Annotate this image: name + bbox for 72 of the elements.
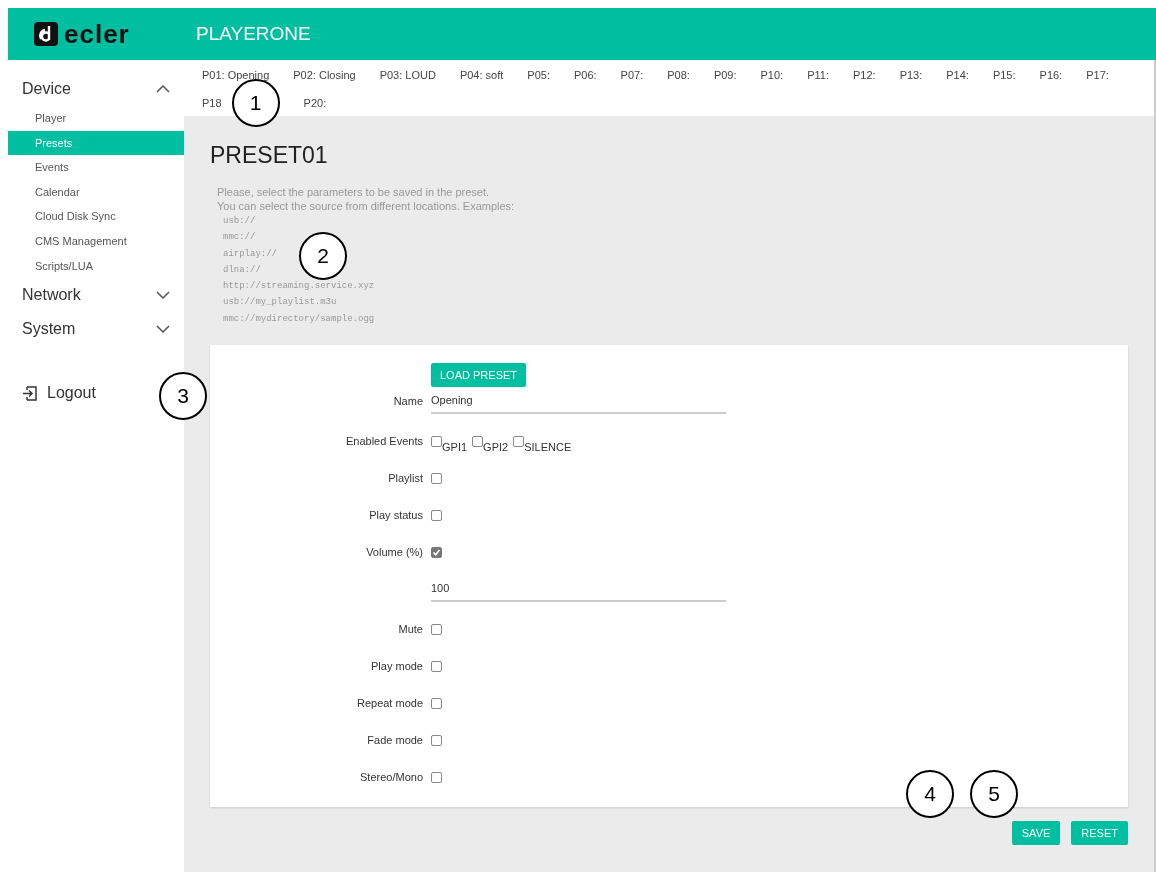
text-field[interactable]: Opening [431, 393, 726, 415]
sidebar-item[interactable]: Scripts/LUA [8, 253, 184, 279]
sidebar-item[interactable]: Events [8, 155, 184, 180]
preset-tab[interactable]: P11: [807, 68, 829, 82]
field-label: Play mode [371, 660, 423, 673]
checkbox[interactable] [431, 547, 442, 559]
example-text: mmc:// [222, 231, 256, 245]
description-text: You can select the source from different locations. Examples: [217, 199, 515, 213]
checkbox[interactable] [431, 473, 442, 485]
preset-tab[interactable]: P17: [1086, 68, 1109, 82]
option-label: SILENCE [524, 441, 572, 454]
field-label: Repeat mode [356, 697, 423, 710]
text-field[interactable]: 100 [431, 581, 726, 603]
preset-tab[interactable]: P16: [1039, 68, 1063, 82]
chevron-down-icon [156, 325, 170, 334]
field-label: Mute [398, 623, 423, 636]
checkbox[interactable] [431, 735, 442, 747]
example-text: usb:// [222, 215, 256, 228]
preset-tab[interactable]: P10: [760, 68, 784, 82]
logo-text: ecler [64, 18, 130, 50]
app-title: PLAYERONE [196, 23, 311, 45]
page-title: PRESET01 [210, 142, 329, 169]
preset-tab[interactable]: P18 [202, 96, 222, 110]
menu-group[interactable]: Device [8, 72, 184, 106]
checkbox[interactable] [472, 436, 484, 448]
preset-tab[interactable]: P05: [527, 68, 550, 82]
chevron-down-icon [156, 291, 170, 300]
checkbox[interactable] [431, 624, 442, 636]
menu-group[interactable]: Network [8, 278, 184, 313]
field-label: Playlist [388, 472, 423, 485]
chevron-up-icon [156, 85, 170, 93]
option-label: GPI1 [442, 441, 468, 454]
sidebar-item[interactable]: Calendar [8, 179, 184, 205]
field-label: Enabled Events [345, 435, 423, 448]
field-label: Stereo/Mono [360, 771, 423, 784]
example-text: usb://my_playlist.m3u [222, 296, 337, 310]
checkbox[interactable] [431, 510, 442, 522]
option-label: GPI2 [483, 441, 509, 454]
field-label: Fade mode [367, 734, 423, 747]
sidebar-item[interactable]: CMS Management [8, 228, 184, 254]
example-text: mmc://mydirectory/sample.ogg [222, 312, 375, 326]
logo-icon [34, 22, 58, 46]
menu-group[interactable]: System [8, 312, 184, 347]
preset-tab[interactable]: P04: soft [459, 68, 504, 82]
preset-tab[interactable]: P07: [620, 68, 644, 82]
preset-tab[interactable]: P09: [713, 68, 737, 82]
checkbox[interactable] [431, 698, 442, 710]
preset-tab[interactable]: P01: Opening [202, 68, 270, 82]
description-text: Please, select the parameters to be saved in the preset. [217, 185, 490, 199]
preset-tab[interactable]: P13: [899, 68, 923, 82]
preset-tab[interactable]: P12: [853, 68, 876, 82]
example-text: http://streaming.service.xyz [222, 280, 375, 294]
preset-tab[interactable]: P06: [573, 68, 597, 82]
checkbox[interactable] [431, 436, 442, 448]
logout-link[interactable]: Logout [22, 384, 112, 403]
sidebar-item[interactable]: Cloud Disk Sync [8, 204, 184, 229]
field-label: Volume (%) [366, 546, 423, 559]
example-text: airplay:// [222, 247, 277, 261]
sidebar-item[interactable]: Player [8, 106, 184, 131]
field-label: Play status [369, 509, 423, 522]
preset-tab[interactable]: P15: [992, 68, 1016, 82]
example-text: dlna:// [222, 263, 261, 277]
checkbox[interactable] [431, 661, 442, 673]
preset-tab[interactable]: P08: [667, 68, 690, 82]
preset-tab[interactable]: P03: LOUD [379, 68, 436, 82]
checkbox[interactable] [513, 436, 525, 448]
logout-icon [22, 385, 37, 401]
checkbox[interactable] [431, 772, 442, 784]
preset-tab[interactable]: P14: [946, 68, 969, 82]
preset-tab[interactable]: P20: [303, 96, 327, 110]
field-label: Name [393, 395, 423, 408]
preset-tab[interactable]: P02: Closing [293, 68, 356, 82]
